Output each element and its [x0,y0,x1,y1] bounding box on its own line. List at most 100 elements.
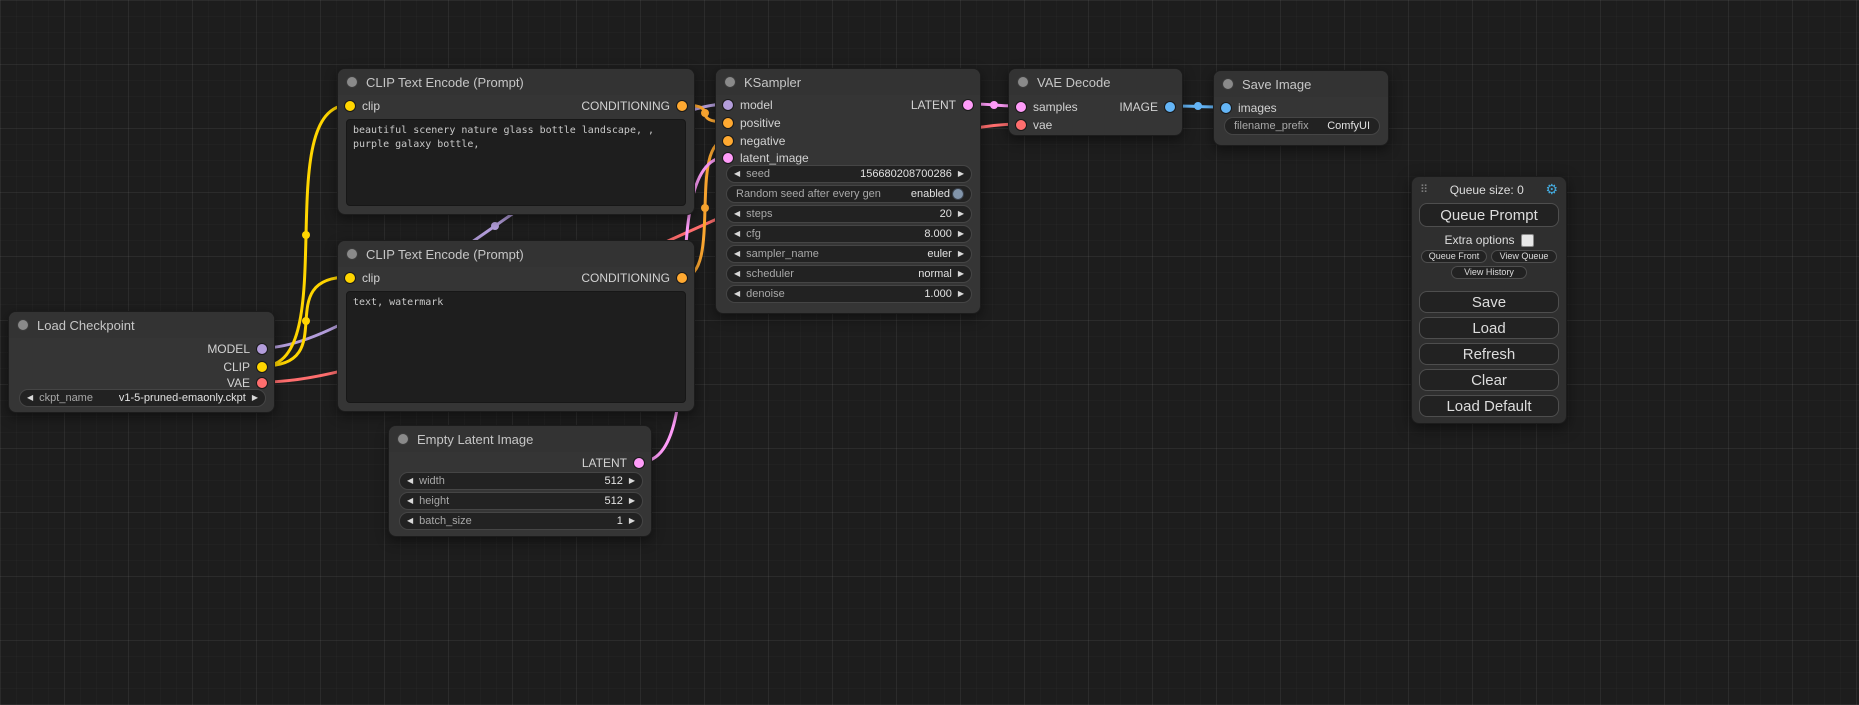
arrow-right-icon[interactable]: ▶ [252,394,258,402]
node-ksampler[interactable]: KSampler model LATENT positive negative … [715,68,981,314]
output-row-conditioning: CONDITIONING [338,98,694,114]
arrow-left-icon[interactable]: ◀ [734,270,740,278]
conditioning-output-port[interactable] [677,273,687,283]
port-label: negative [740,134,785,148]
queue-prompt-button[interactable]: Queue Prompt [1419,203,1559,227]
node-titlebar[interactable]: KSampler [716,69,980,95]
node-titlebar[interactable]: CLIP Text Encode (Prompt) [338,241,694,267]
denoise-widget[interactable]: ◀ denoise 1.000 ▶ [726,285,972,303]
images-input-port[interactable] [1221,103,1231,113]
clip-output-port[interactable] [257,362,267,372]
node-vae-decode[interactable]: VAE Decode samples IMAGE vae [1008,68,1183,136]
output-row-image: IMAGE [1009,99,1182,115]
drag-handle-icon[interactable]: ⠿ [1420,183,1428,196]
latent-output-port[interactable] [634,458,644,468]
model-output-port[interactable] [257,344,267,354]
width-widget[interactable]: ◀ width 512 ▶ [399,472,643,490]
height-widget[interactable]: ◀ height 512 ▶ [399,492,643,510]
arrow-right-icon[interactable]: ▶ [958,250,964,258]
collapse-dot-icon[interactable] [17,319,29,331]
link-midpoint-dot [1194,102,1202,110]
collapse-dot-icon[interactable] [1017,76,1029,88]
node-titlebar[interactable]: Load Checkpoint [9,312,274,338]
port-label: latent_image [740,151,809,165]
collapse-dot-icon[interactable] [346,248,358,260]
arrow-right-icon[interactable]: ▶ [958,290,964,298]
negative-input-port[interactable] [723,136,733,146]
arrow-left-icon[interactable]: ◀ [734,250,740,258]
steps-widget[interactable]: ◀ steps 20 ▶ [726,205,972,223]
collapse-dot-icon[interactable] [346,76,358,88]
prompt-textarea[interactable]: beautiful scenery nature glass bottle la… [346,119,686,206]
arrow-left-icon[interactable]: ◀ [734,170,740,178]
arrow-left-icon[interactable]: ◀ [407,517,413,525]
arrow-left-icon[interactable]: ◀ [407,497,413,505]
link-midpoint-dot [701,109,709,117]
vae-output-port[interactable] [257,378,267,388]
random-seed-toggle-widget[interactable]: Random seed after every gen enabled [726,185,972,203]
vae-input-port[interactable] [1016,120,1026,130]
widget-value: enabled [911,188,950,200]
cfg-widget[interactable]: ◀ cfg 8.000 ▶ [726,225,972,243]
widget-value: 1.000 [924,288,952,300]
latent-output-port[interactable] [963,100,973,110]
prompt-textarea[interactable]: text, watermark [346,291,686,403]
node-titlebar[interactable]: VAE Decode [1009,69,1182,95]
comfy-menu-panel[interactable]: ⠿ Queue size: 0 ⚙ Queue Prompt Extra opt… [1411,176,1567,424]
scheduler-widget[interactable]: ◀ scheduler normal ▶ [726,265,972,283]
arrow-right-icon[interactable]: ▶ [958,270,964,278]
latent-image-input-port[interactable] [723,153,733,163]
node-titlebar[interactable]: Save Image [1214,71,1388,97]
extra-options-checkbox[interactable] [1521,234,1534,247]
collapse-dot-icon[interactable] [1222,78,1234,90]
node-title: Empty Latent Image [417,432,533,447]
filename-prefix-widget[interactable]: filename_prefix ComfyUI [1224,117,1380,135]
node-clip-text-encode-negative[interactable]: CLIP Text Encode (Prompt) clip CONDITION… [337,240,695,412]
view-history-button[interactable]: View History [1451,266,1527,279]
conditioning-output-port[interactable] [677,101,687,111]
node-save-image[interactable]: Save Image images filename_prefix ComfyU… [1213,70,1389,146]
arrow-right-icon[interactable]: ▶ [629,517,635,525]
toggle-knob[interactable] [952,188,964,200]
collapse-dot-icon[interactable] [397,433,409,445]
arrow-left-icon[interactable]: ◀ [407,477,413,485]
node-title: CLIP Text Encode (Prompt) [366,75,524,90]
widget-label: steps [746,208,772,220]
widget-label: scheduler [746,268,794,280]
arrow-right-icon[interactable]: ▶ [958,210,964,218]
image-output-port[interactable] [1165,102,1175,112]
node-titlebar[interactable]: Empty Latent Image [389,426,651,452]
ckpt-name-widget[interactable]: ◀ ckpt_name v1-5-pruned-emaonly.ckpt ▶ [19,389,266,407]
arrow-right-icon[interactable]: ▶ [958,230,964,238]
arrow-left-icon[interactable]: ◀ [27,394,33,402]
refresh-button[interactable]: Refresh [1419,343,1559,365]
output-row-latent: LATENT [716,97,980,113]
arrow-left-icon[interactable]: ◀ [734,210,740,218]
arrow-right-icon[interactable]: ▶ [629,497,635,505]
settings-gear-icon[interactable]: ⚙ [1545,181,1558,198]
sampler-name-widget[interactable]: ◀ sampler_name euler ▶ [726,245,972,263]
arrow-right-icon[interactable]: ▶ [629,477,635,485]
save-button[interactable]: Save [1419,291,1559,313]
port-label: positive [740,116,781,130]
node-empty-latent-image[interactable]: Empty Latent Image LATENT ◀ width 512 ▶ … [388,425,652,537]
view-queue-button[interactable]: View Queue [1491,250,1557,263]
extra-options-label: Extra options [1444,233,1514,247]
load-default-button[interactable]: Load Default [1419,395,1559,417]
widget-value: v1-5-pruned-emaonly.ckpt [119,392,246,404]
seed-widget[interactable]: ◀ seed 156680208700286 ▶ [726,165,972,183]
node-clip-text-encode-positive[interactable]: CLIP Text Encode (Prompt) clip CONDITION… [337,68,695,215]
node-load-checkpoint[interactable]: Load Checkpoint MODEL CLIP VAE ◀ ckpt_na… [8,311,275,413]
node-titlebar[interactable]: CLIP Text Encode (Prompt) [338,69,694,95]
arrow-left-icon[interactable]: ◀ [734,290,740,298]
queue-front-button[interactable]: Queue Front [1421,250,1487,263]
load-button[interactable]: Load [1419,317,1559,339]
collapse-dot-icon[interactable] [724,76,736,88]
positive-input-port[interactable] [723,118,733,128]
clear-button[interactable]: Clear [1419,369,1559,391]
link-midpoint-dot [302,317,310,325]
arrow-right-icon[interactable]: ▶ [958,170,964,178]
arrow-left-icon[interactable]: ◀ [734,230,740,238]
output-row-model: MODEL [9,341,274,357]
batch-size-widget[interactable]: ◀ batch_size 1 ▶ [399,512,643,530]
